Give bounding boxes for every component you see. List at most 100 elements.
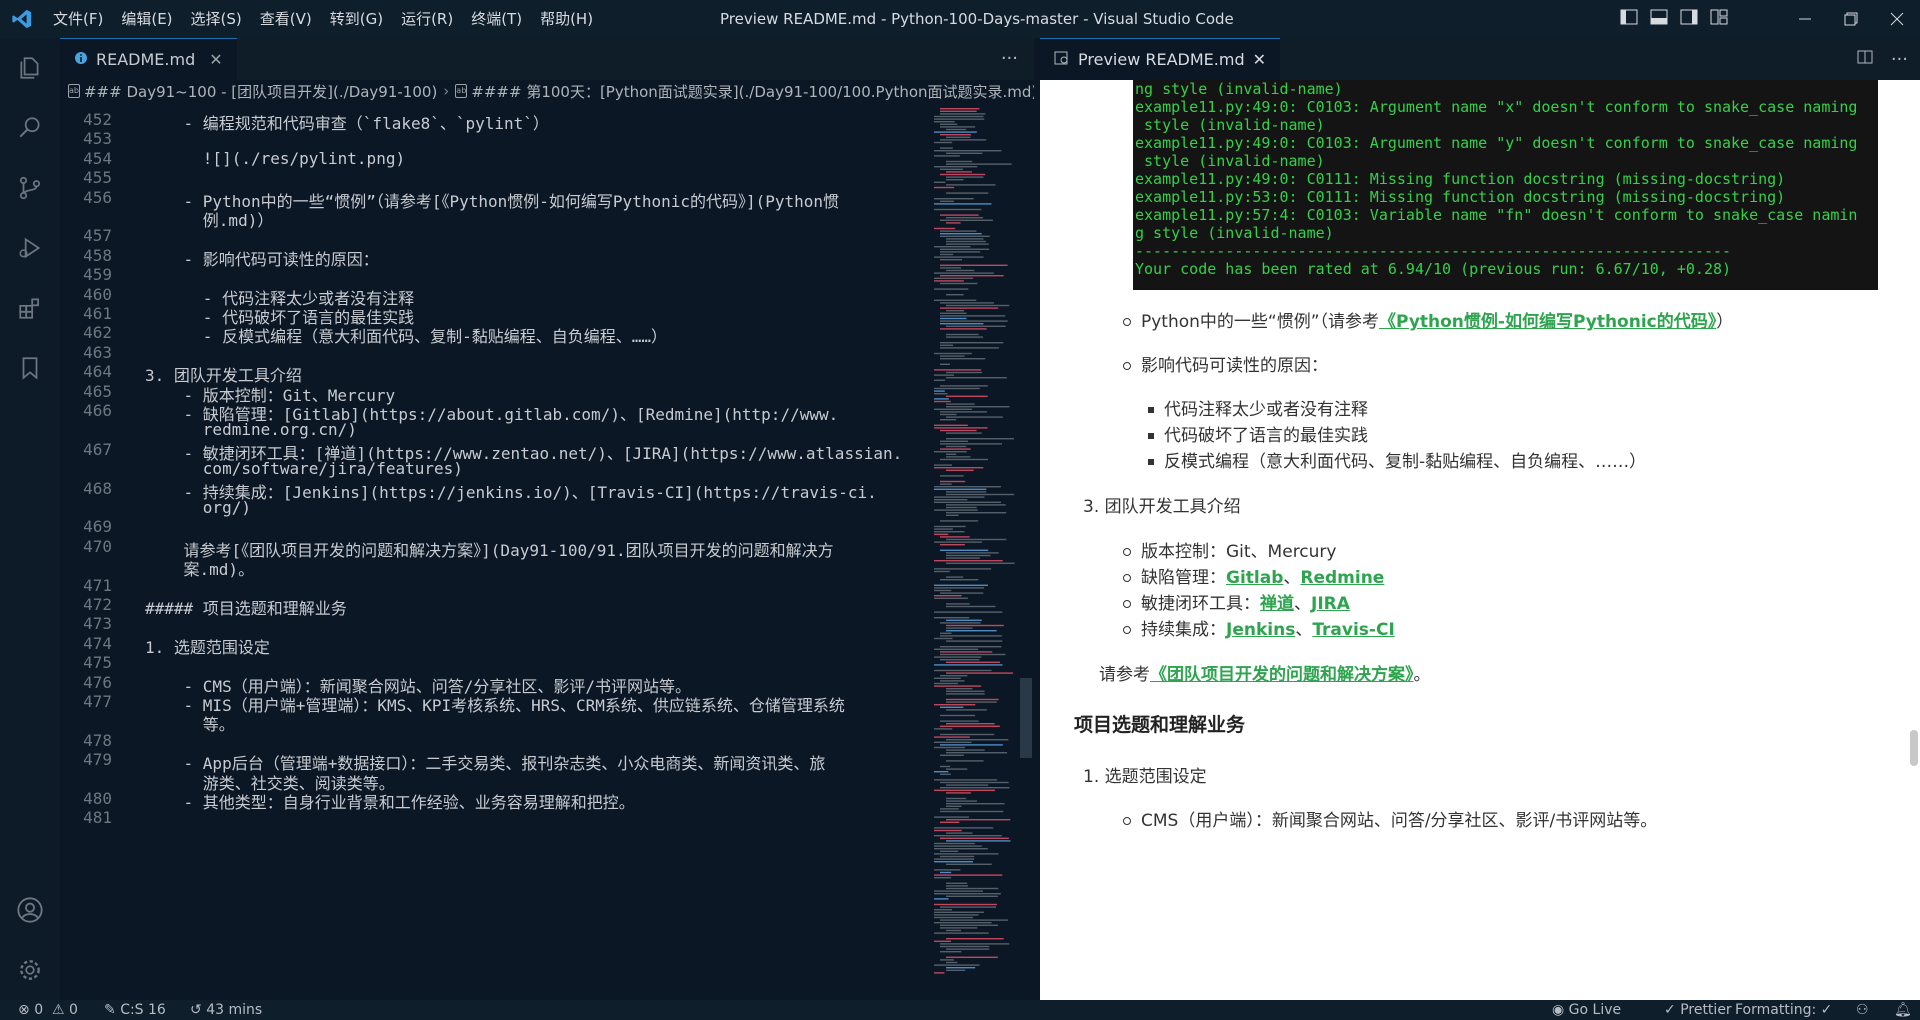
problems-indicator[interactable]: ⊗ 0 ⚠ 0 bbox=[18, 1000, 78, 1020]
minimap-line bbox=[940, 733, 995, 736]
minimap-line bbox=[934, 827, 994, 829]
code-area[interactable]: 452 - 编程规范和代码审查（`flake8`、`pylint`） 453 454… bbox=[60, 106, 930, 986]
minimap-line bbox=[934, 496, 985, 498]
line-number: 452 bbox=[83, 110, 112, 129]
manage-gear-icon[interactable] bbox=[0, 940, 60, 1000]
minimap-line bbox=[934, 203, 992, 205]
minimap-line bbox=[940, 173, 986, 176]
minimap-line bbox=[946, 784, 989, 786]
list-bullet-icon bbox=[1123, 548, 1131, 556]
minimap-line bbox=[934, 467, 984, 469]
minimap-line bbox=[934, 488, 987, 490]
source-control-icon[interactable] bbox=[0, 158, 60, 218]
account-icon[interactable] bbox=[0, 880, 60, 940]
customize-layout-icon[interactable] bbox=[1710, 9, 1728, 29]
toggle-secondary-sidebar-icon[interactable] bbox=[1680, 9, 1698, 29]
menu-go[interactable]: 转到(G) bbox=[321, 0, 392, 38]
minimap-line bbox=[946, 698, 999, 701]
link-travis-ci[interactable]: Travis-CI bbox=[1312, 620, 1394, 640]
minimap-line bbox=[940, 317, 967, 320]
list-bullet-icon bbox=[1148, 459, 1154, 465]
link-redmine[interactable]: Redmine bbox=[1300, 568, 1384, 588]
search-icon[interactable] bbox=[0, 98, 60, 158]
list-item: 代码注释太少或者没有注释 bbox=[1148, 395, 1368, 420]
toggle-panel-icon[interactable] bbox=[1650, 9, 1668, 29]
editor-scrollbar-thumb[interactable] bbox=[1020, 678, 1032, 758]
breadcrumb-item-1[interactable]: ### Day91~100 - [团队项目开发](./Day91-100) bbox=[84, 81, 437, 102]
code-line: - 反模式编程（意大利面代码、复制-黏贴编程、自负编程、……） bbox=[145, 327, 667, 347]
extensions-icon[interactable] bbox=[0, 278, 60, 338]
more-actions-icon[interactable]: ··· bbox=[1001, 38, 1018, 80]
minimap-line bbox=[940, 282, 978, 285]
paragraph: 请参考《团队项目开发的问题和解决方案》。 bbox=[1099, 665, 1431, 685]
menu-terminal[interactable]: 终端(T) bbox=[462, 0, 531, 38]
minimap-line bbox=[946, 956, 998, 958]
run-debug-icon[interactable] bbox=[0, 218, 60, 278]
close-window-icon[interactable] bbox=[1874, 0, 1920, 38]
menu-view[interactable]: 查看(V) bbox=[251, 0, 321, 38]
ordered-list-item: 1. 选题范围设定 bbox=[1083, 767, 1207, 787]
minimap-line bbox=[940, 315, 1006, 317]
feedback-icon[interactable]: ⚇ bbox=[1856, 1000, 1869, 1020]
menu-selection[interactable]: 选择(S) bbox=[182, 0, 251, 38]
minimap-line bbox=[940, 139, 987, 141]
minimap-line bbox=[946, 504, 1006, 506]
minimap-line bbox=[934, 227, 956, 230]
minimap-line bbox=[940, 168, 963, 170]
preview-actions: ··· bbox=[1857, 38, 1908, 80]
minimap-line bbox=[940, 440, 969, 442]
minimap-line bbox=[940, 773, 951, 775]
minimize-icon[interactable] bbox=[1782, 0, 1828, 38]
minimap-line bbox=[940, 214, 979, 216]
menu-file[interactable]: 文件(F) bbox=[44, 0, 112, 38]
list-item: 代码破坏了语言的最佳实践 bbox=[1148, 421, 1368, 446]
minimap-line bbox=[934, 280, 964, 282]
go-live-button[interactable]: ◉ Go Live bbox=[1552, 1000, 1621, 1020]
formatting-status[interactable]: Formatting: ✓ bbox=[1735, 1000, 1832, 1020]
tab-readme[interactable]: README.md ✕ bbox=[60, 38, 237, 80]
close-tab-icon[interactable]: ✕ bbox=[1253, 50, 1266, 69]
prettier-status[interactable]: ✓ Prettier bbox=[1664, 1000, 1732, 1020]
minimap-line bbox=[934, 584, 988, 586]
minimap-line bbox=[946, 179, 964, 181]
link-python-conventions[interactable]: 《Python惯例-如何编写Pythonic的代码》 bbox=[1379, 312, 1716, 332]
toggle-primary-sidebar-icon[interactable] bbox=[1620, 9, 1638, 29]
minimap-line bbox=[934, 835, 1002, 837]
bookmarks-icon[interactable] bbox=[0, 338, 60, 398]
time-tracker[interactable]: ↺ 43 mins bbox=[190, 1000, 262, 1020]
close-tab-icon[interactable]: ✕ bbox=[209, 50, 222, 69]
menu-run[interactable]: 运行(R) bbox=[392, 0, 462, 38]
line-number: 469 bbox=[83, 517, 112, 537]
restore-icon[interactable] bbox=[1828, 0, 1874, 38]
code-line: ![](./res/pylint.png) bbox=[145, 148, 406, 168]
cursor-indicator[interactable]: ✎ C:S 16 bbox=[104, 1000, 166, 1020]
breadcrumb-item-2[interactable]: #### 第100天：[Python面试题实录](./Day91-100/100… bbox=[471, 81, 1034, 102]
minimap-line bbox=[946, 709, 987, 711]
link-team-project-issues[interactable]: 《团队项目开发的问题和解决方案》 bbox=[1150, 665, 1414, 685]
minimap-line bbox=[946, 627, 973, 629]
minimap-line bbox=[940, 959, 954, 961]
minimap-line bbox=[940, 411, 987, 413]
more-actions-icon[interactable]: ··· bbox=[1891, 49, 1908, 70]
split-editor-icon[interactable] bbox=[1857, 49, 1873, 70]
minimap-line bbox=[940, 200, 954, 202]
minimap-line bbox=[940, 307, 999, 309]
link-gitlab[interactable]: Gitlab bbox=[1226, 568, 1283, 588]
notifications-bell-icon[interactable]: 🔔︎ bbox=[1894, 1000, 1912, 1020]
link-zentao[interactable]: 禅道 bbox=[1260, 594, 1294, 614]
minimap-line bbox=[940, 720, 979, 722]
minimap-line bbox=[940, 458, 989, 461]
line-number: 462 bbox=[83, 323, 112, 343]
link-jira[interactable]: JIRA bbox=[1311, 594, 1350, 614]
menu-help[interactable]: 帮助(H) bbox=[531, 0, 602, 38]
minimap-line bbox=[934, 570, 950, 573]
preview-scrollbar-thumb[interactable] bbox=[1910, 730, 1918, 766]
terminal-output-line: example11.py:49:0: C0103: Argument name … bbox=[1135, 134, 1858, 152]
explorer-icon[interactable] bbox=[0, 38, 60, 98]
tab-preview-readme[interactable]: Preview README.md ✕ bbox=[1040, 38, 1281, 80]
minimap-line bbox=[940, 765, 951, 768]
minimap[interactable] bbox=[930, 106, 1020, 986]
minimap-line bbox=[940, 302, 994, 304]
menu-edit[interactable]: 编辑(E) bbox=[112, 0, 181, 38]
link-jenkins[interactable]: Jenkins bbox=[1226, 620, 1295, 640]
